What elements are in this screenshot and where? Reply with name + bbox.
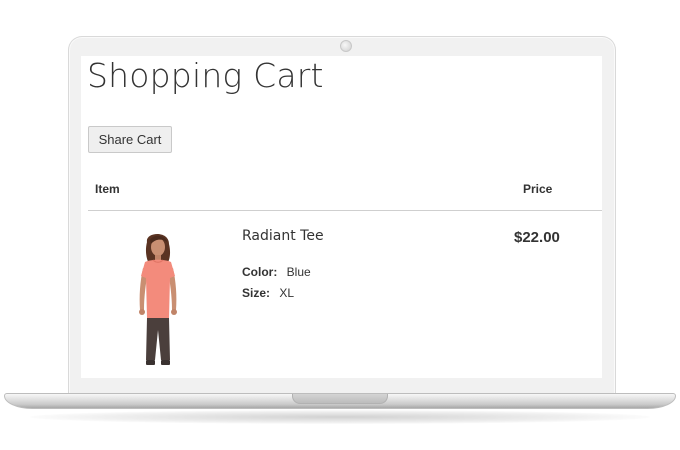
column-header-price: Price [523, 182, 553, 196]
table-divider [88, 210, 602, 211]
laptop-screen: Shopping Cart Share Cart Item Price Radi… [81, 56, 602, 378]
column-header-item: Item [95, 182, 120, 196]
item-price: $22.00 [514, 229, 560, 246]
laptop-mockup: Shopping Cart Share Cart Item Price Radi… [0, 0, 680, 450]
option-color-label: Color: [242, 265, 278, 279]
option-size-value: XL [279, 286, 295, 300]
laptop-hinge-notch [292, 394, 388, 404]
option-color: Color: Blue [242, 265, 311, 279]
product-image[interactable] [125, 230, 189, 370]
option-size: Size: XL [242, 286, 294, 300]
option-color-value: Blue [286, 265, 311, 279]
share-cart-button[interactable]: Share Cart [88, 126, 172, 153]
option-size-label: Size: [242, 286, 271, 300]
laptop-shadow [30, 410, 650, 424]
product-name-link[interactable]: Radiant Tee [242, 228, 324, 244]
webcam [340, 40, 352, 52]
page-title: Shopping Cart [87, 56, 324, 95]
